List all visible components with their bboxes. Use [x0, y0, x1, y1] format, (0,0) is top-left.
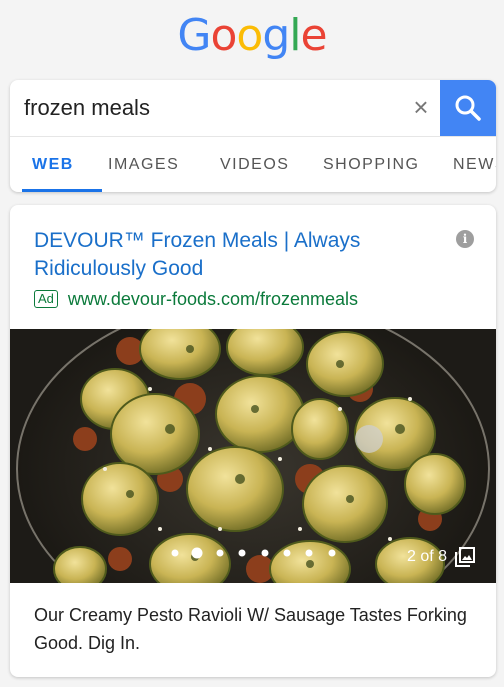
info-icon[interactable]: i: [456, 230, 474, 248]
tab-images[interactable]: IMAGES: [108, 137, 179, 192]
image-carousel[interactable]: 2 of 8: [10, 329, 496, 583]
ad-description: Our Creamy Pesto Ravioli W/ Sausage Tast…: [34, 605, 467, 653]
tab-videos[interactable]: VIDEOS: [220, 137, 289, 192]
tab-shopping[interactable]: SHOPPING: [323, 137, 419, 192]
tab-web[interactable]: WEB: [32, 137, 74, 192]
search-icon: [455, 95, 481, 121]
ad-badge: Ad: [34, 290, 58, 308]
logo-letter: g: [262, 10, 290, 61]
carousel-dot: [328, 549, 336, 557]
carousel-dot: [283, 549, 291, 557]
logo-letter: o: [236, 10, 263, 61]
active-tab-indicator: [22, 189, 102, 192]
gallery-icon: [455, 547, 476, 567]
logo-letter: G: [177, 10, 211, 61]
carousel-dot: [216, 549, 224, 557]
search-button[interactable]: [440, 80, 496, 136]
carousel-counter: 2 of 8: [407, 547, 476, 567]
ad-title-link[interactable]: DEVOUR™ Frozen Meals | Always Ridiculous…: [34, 227, 434, 283]
ad-url-line: Ad www.devour-foods.com/frozenmeals: [34, 287, 358, 311]
logo-letter: o: [210, 10, 238, 61]
carousel-dot-active: [191, 547, 203, 559]
search-bar: ×: [10, 80, 496, 137]
ad-display-url[interactable]: www.devour-foods.com/frozenmeals: [68, 289, 358, 310]
close-icon[interactable]: ×: [406, 92, 436, 122]
logo-letter: l: [289, 10, 301, 61]
search-input[interactable]: [24, 92, 404, 124]
search-card: × WEB IMAGES VIDEOS SHOPPING NEWS: [10, 80, 496, 192]
search-tabs: WEB IMAGES VIDEOS SHOPPING NEWS: [10, 137, 496, 192]
carousel-dot: [171, 549, 179, 557]
carousel-counter-text: 2 of 8: [407, 548, 448, 565]
google-logo: Google: [0, 10, 504, 61]
logo-letter: e: [300, 10, 328, 61]
tab-news[interactable]: NEWS: [453, 137, 496, 192]
ravioli-food-image: [10, 329, 496, 583]
carousel-dot: [238, 549, 246, 557]
ad-card: DEVOUR™ Frozen Meals | Always Ridiculous…: [10, 205, 496, 677]
carousel-dot: [305, 549, 313, 557]
carousel-dot: [261, 549, 269, 557]
